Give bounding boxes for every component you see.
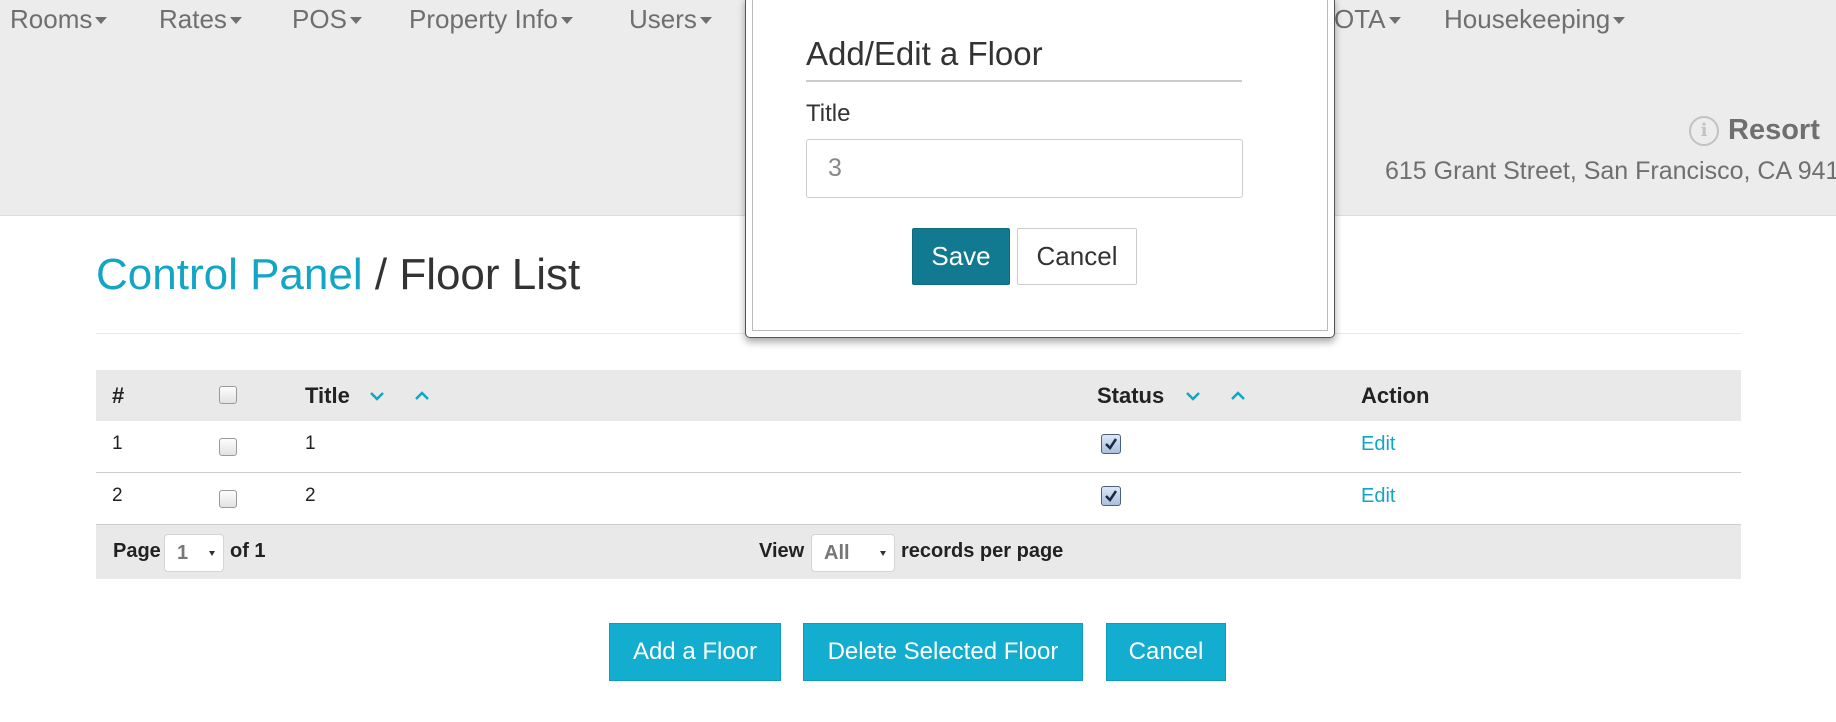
column-header-title: Title <box>305 383 350 408</box>
nav-property-info[interactable]: Property Info <box>409 4 573 35</box>
nav-housekeeping[interactable]: Housekeeping <box>1444 4 1626 35</box>
property-name: i Resort <box>1689 114 1820 147</box>
view-label: View <box>759 540 805 562</box>
nav-property-info-label: Property Info <box>409 4 558 34</box>
breadcrumb-separator: / <box>374 250 388 299</box>
add-edit-floor-dialog: Add/Edit a Floor Title 3 Save Cancel <box>745 0 1335 338</box>
title-input[interactable]: 3 <box>806 139 1243 198</box>
column-header-status: Status <box>1097 383 1165 408</box>
records-per-page-select[interactable]: All <box>811 534 895 572</box>
checkmark-icon <box>1105 438 1118 450</box>
row-title: 1 <box>305 433 316 454</box>
nav-pos[interactable]: POS <box>292 4 362 35</box>
checkmark-icon <box>1105 490 1118 502</box>
nav-ota-label: OTA <box>1334 4 1386 34</box>
page-label: Page <box>113 540 161 562</box>
table-pagination: Page 1 of 1 View All records per page <box>96 525 1741 579</box>
nav-rates[interactable]: Rates <box>159 4 242 35</box>
nav-users[interactable]: Users <box>629 4 712 35</box>
dropdown-arrow-icon <box>880 551 886 556</box>
records-per-page-value: All <box>824 541 850 564</box>
caret-down-icon <box>1388 17 1401 24</box>
sort-ascending-icon[interactable] <box>1229 387 1247 405</box>
dialog-title: Add/Edit a Floor <box>806 35 1043 72</box>
column-header-action: Action <box>1361 383 1430 408</box>
sort-descending-icon[interactable] <box>368 387 386 405</box>
row-title: 2 <box>305 485 316 506</box>
add-floor-button[interactable]: Add a Floor <box>609 623 781 681</box>
sort-descending-icon[interactable] <box>1184 387 1202 405</box>
breadcrumb: Control Panel / Floor List <box>96 250 580 300</box>
edit-link[interactable]: Edit <box>1361 433 1395 456</box>
status-checkbox[interactable] <box>1101 434 1121 454</box>
page-select-value: 1 <box>177 541 189 564</box>
table-row: 1 1 Edit <box>96 421 1741 473</box>
row-select-checkbox[interactable] <box>219 490 237 508</box>
breadcrumb-control-panel[interactable]: Control Panel <box>96 250 363 299</box>
nav-rooms[interactable]: Rooms <box>10 4 108 35</box>
dropdown-arrow-icon <box>209 551 215 556</box>
status-checkbox[interactable] <box>1101 486 1121 506</box>
dialog-cancel-button[interactable]: Cancel <box>1017 228 1137 285</box>
property-address: 615 Grant Street, San Francisco, CA 941 <box>1385 157 1836 185</box>
page-select[interactable]: 1 <box>164 534 224 572</box>
caret-down-icon <box>560 17 573 24</box>
table-header: # Title Status Action <box>96 370 1741 421</box>
dialog-title-divider <box>806 80 1242 82</box>
row-select-checkbox[interactable] <box>219 438 237 456</box>
select-all-checkbox[interactable] <box>219 386 237 404</box>
nav-rates-label: Rates <box>159 4 227 34</box>
nav-users-label: Users <box>629 4 697 34</box>
sort-ascending-icon[interactable] <box>413 387 431 405</box>
caret-down-icon <box>95 17 108 24</box>
page-of-label: of 1 <box>230 540 266 562</box>
delete-selected-floor-button[interactable]: Delete Selected Floor <box>803 623 1083 681</box>
cancel-button[interactable]: Cancel <box>1106 623 1226 681</box>
save-button[interactable]: Save <box>912 228 1010 285</box>
nav-pos-label: POS <box>292 4 347 34</box>
edit-link[interactable]: Edit <box>1361 485 1395 508</box>
property-name-text: Resort <box>1728 114 1820 146</box>
column-header-num: # <box>112 383 125 408</box>
info-icon[interactable]: i <box>1689 115 1719 146</box>
records-per-page-label: records per page <box>901 540 1064 562</box>
title-field-label: Title <box>806 100 851 127</box>
table-row: 2 2 Edit <box>96 473 1741 525</box>
floor-table: # Title Status Action 1 1 Edit 2 2 Edit … <box>96 370 1741 579</box>
page-title: Floor List <box>399 250 581 299</box>
caret-down-icon <box>229 17 242 24</box>
nav-rooms-label: Rooms <box>10 4 93 34</box>
caret-down-icon <box>1613 17 1626 24</box>
caret-down-icon <box>349 17 362 24</box>
row-number: 1 <box>112 433 123 454</box>
row-number: 2 <box>112 485 123 506</box>
nav-housekeeping-label: Housekeeping <box>1444 4 1611 34</box>
nav-ota[interactable]: OTA <box>1334 4 1401 35</box>
caret-down-icon <box>699 17 712 24</box>
